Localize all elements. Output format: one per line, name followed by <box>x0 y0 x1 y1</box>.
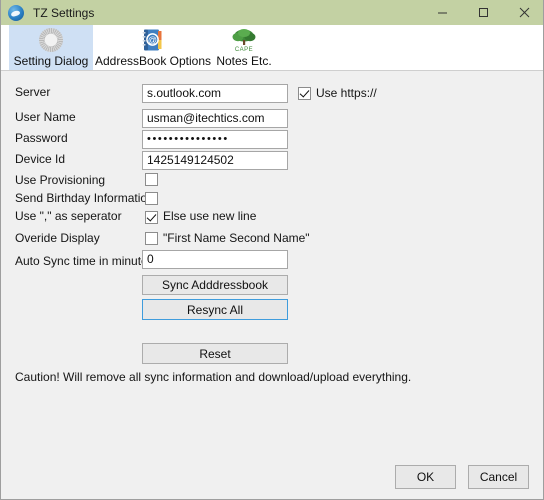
use-provisioning-checkbox[interactable] <box>145 173 158 186</box>
overide-display-value-label: "First Name Second Name" <box>163 231 310 245</box>
tree-cape-icon: CAPE <box>227 27 261 53</box>
tab-strip: Setting Dialog @ AddressBook Options CAP… <box>1 25 543 71</box>
use-comma-separator-checkbox[interactable] <box>145 211 158 224</box>
label-overide-display: Overide Display <box>15 231 100 245</box>
gear-icon <box>39 27 63 53</box>
sync-addressbook-button[interactable]: Sync Adddressbook <box>142 275 288 295</box>
password-input[interactable]: ••••••••••••••• <box>142 130 288 149</box>
maximize-icon[interactable] <box>463 0 504 25</box>
title-bar: TZ Settings <box>1 0 543 25</box>
use-https-label: Use https:// <box>316 86 377 100</box>
tab-addressbook-options-label: AddressBook Options <box>94 54 212 68</box>
tab-setting-dialog[interactable]: Setting Dialog <box>9 25 93 70</box>
minimize-icon[interactable] <box>422 0 463 25</box>
device-id-input[interactable]: 1425149124502 <box>142 151 288 170</box>
resync-all-button[interactable]: Resync All <box>142 299 288 320</box>
cancel-button[interactable]: Cancel <box>468 465 529 489</box>
user-name-input[interactable]: usman@itechtics.com <box>142 109 288 128</box>
tab-addressbook-options[interactable]: @ AddressBook Options <box>94 25 212 70</box>
app-globe-icon <box>8 4 24 21</box>
tab-setting-dialog-label: Setting Dialog <box>13 54 89 68</box>
label-use-comma-separator: Use "," as seperator <box>15 209 122 223</box>
label-auto-sync-time: Auto Sync time in minutes <box>15 254 154 268</box>
tab-notes-etc[interactable]: CAPE Notes Etc. <box>209 25 279 70</box>
auto-sync-time-input[interactable]: 0 <box>142 250 288 269</box>
window-controls <box>422 0 543 25</box>
addressbook-at-icon: @ <box>140 27 166 53</box>
label-send-birthday-information: Send Birthday Information <box>15 191 154 205</box>
else-use-new-line-label: Else use new line <box>163 209 257 223</box>
window-title: TZ Settings <box>33 5 95 20</box>
tz-settings-window: TZ Settings Setting Dialog @ AddressBook… <box>0 0 544 500</box>
label-server: Server <box>15 85 51 99</box>
caution-text: Caution! Will remove all sync informatio… <box>15 370 412 384</box>
label-use-provisioning: Use Provisioning <box>15 173 106 187</box>
use-https-checkbox[interactable] <box>298 87 311 100</box>
svg-text:@: @ <box>148 35 157 45</box>
label-password: Password <box>15 131 68 145</box>
reset-button[interactable]: Reset <box>142 343 288 364</box>
overide-display-checkbox[interactable] <box>145 232 158 245</box>
tab-notes-etc-label: Notes Etc. <box>216 54 272 68</box>
label-user-name: User Name <box>15 110 76 124</box>
label-device-id: Device Id <box>15 152 66 166</box>
svg-text:CAPE: CAPE <box>235 47 253 53</box>
close-icon[interactable] <box>504 0 543 25</box>
server-input[interactable]: s.outlook.com <box>142 84 288 103</box>
send-birthday-information-checkbox[interactable] <box>145 192 158 205</box>
ok-button[interactable]: OK <box>395 465 456 489</box>
